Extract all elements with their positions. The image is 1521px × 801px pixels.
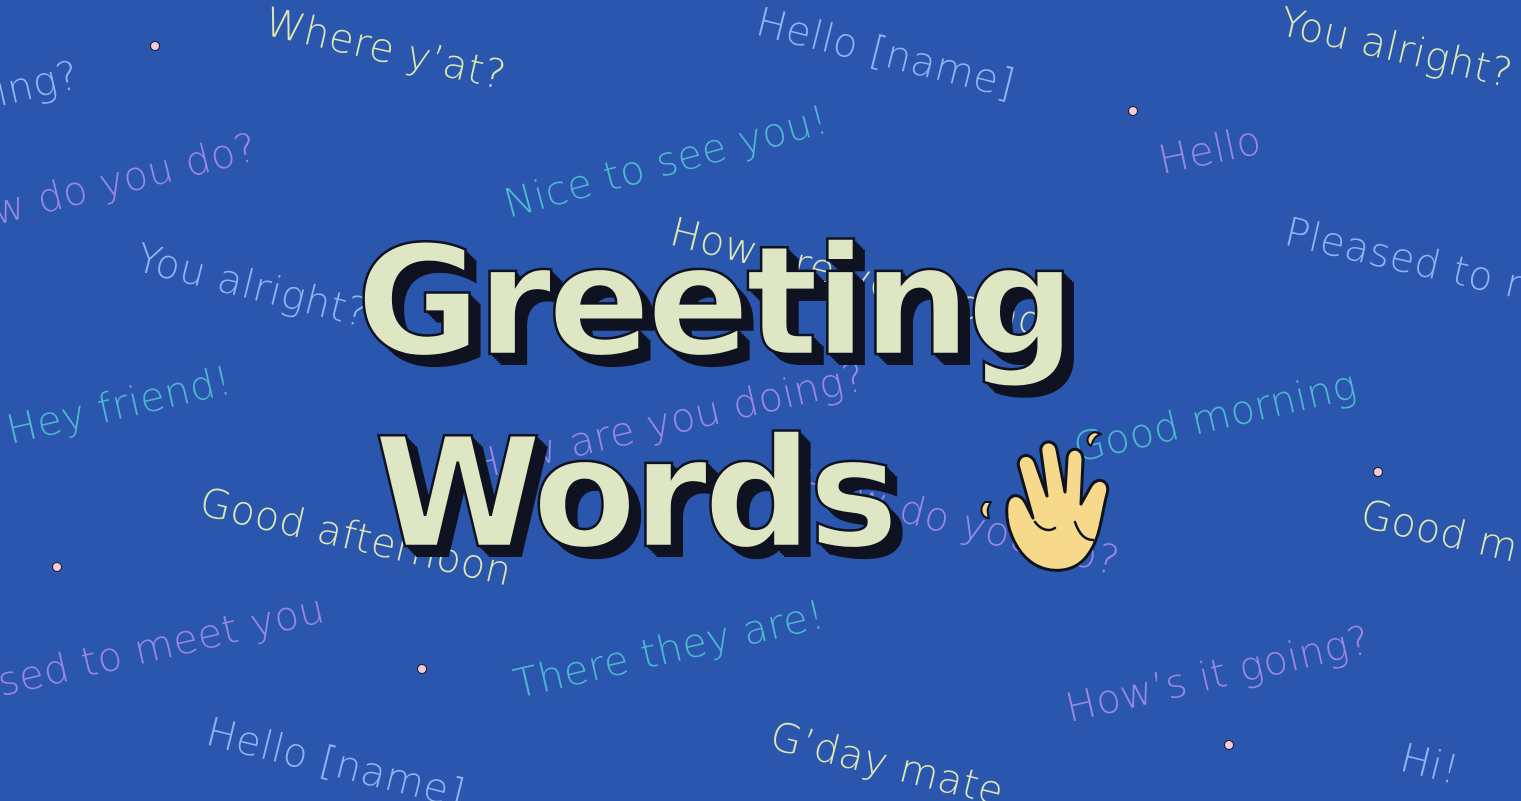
phrase-where-yat: Where y’at?	[260, 0, 511, 100]
phrase-gday-mate: G’day mate	[765, 713, 1009, 801]
phrase-pleased-to-right: Pleased to m	[1280, 209, 1521, 314]
phrase-pleased-to-meet-you-left: sed to meet you	[0, 585, 330, 706]
phrase-hows-it-going: How’s it going?	[1061, 617, 1375, 732]
decorative-dot	[417, 664, 427, 674]
decorative-dot	[1128, 106, 1138, 116]
phrase-hello-name-bottom: Hello [name]	[201, 709, 470, 801]
waving-hand-icon	[980, 431, 1110, 572]
phrase-there-they-are: There they are!	[509, 591, 830, 708]
phrase-hello-name-top: Hello [name]	[751, 0, 1020, 108]
greeting-words-banner: Where y’at? Hello [name] You alright? in…	[0, 0, 1521, 801]
decorative-dot	[52, 562, 62, 572]
decorative-dot	[1224, 740, 1234, 750]
title-line-words: Words	[373, 405, 900, 582]
decorative-dot	[150, 41, 160, 51]
phrase-good-morning-right: Good m	[1356, 491, 1521, 572]
phrase-doing-partial: ing?	[0, 52, 84, 116]
phrase-how-do-you-do-left: w do you do?	[0, 124, 262, 235]
phrase-you-alright-top: You alright?	[1275, 0, 1517, 98]
phrase-nice-to-see-you: Nice to see you!	[499, 96, 834, 228]
phrase-hello-right: Hello	[1154, 117, 1266, 185]
phrase-you-alright-mid: You alright?	[131, 235, 373, 338]
phrase-hi: Hi!	[1395, 735, 1464, 794]
phrase-hey-friend: Hey friend!	[2, 357, 237, 454]
decorative-dot	[1373, 467, 1383, 477]
title-line-greeting: Greeting	[355, 213, 1077, 390]
